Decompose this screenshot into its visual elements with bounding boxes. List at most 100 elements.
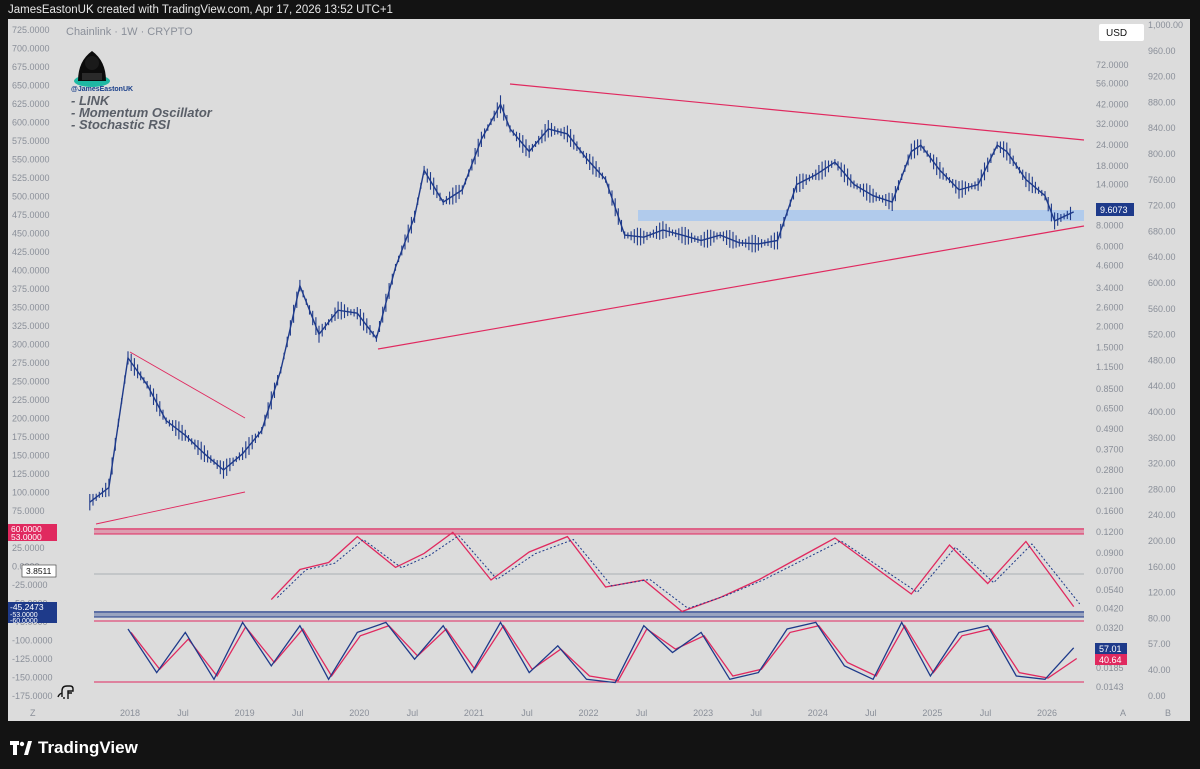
right-axis-label: 240.00 bbox=[1148, 510, 1176, 520]
price-axis-label: 0.0143 bbox=[1096, 682, 1124, 692]
price-axis-label: 0.8500 bbox=[1096, 384, 1124, 394]
price-axis-label: 42.0000 bbox=[1096, 99, 1129, 109]
x-axis-label: Jul bbox=[177, 708, 189, 718]
price-badge: 9.6073 bbox=[1096, 203, 1134, 216]
right-axis-label: 400.00 bbox=[1148, 407, 1176, 417]
currency-button[interactable]: USD bbox=[1099, 24, 1144, 41]
right-axis-label: 520.00 bbox=[1148, 330, 1176, 340]
price-axis-label: 0.1600 bbox=[1096, 506, 1124, 516]
x-axis-label: 2018 bbox=[120, 708, 140, 718]
corner-label-a[interactable]: A bbox=[1120, 708, 1126, 718]
left-axis: 725.0000 700.0000 675.0000 650.0000 625.0000… bbox=[12, 25, 53, 701]
dino-icon[interactable] bbox=[57, 685, 74, 699]
right-axis-label: 200.00 bbox=[1148, 536, 1176, 546]
price-axis-label: 0.4900 bbox=[1096, 424, 1124, 434]
legend-stochrsi: - Stochastic RSI bbox=[71, 117, 170, 132]
left-axis-label: 425.0000 bbox=[12, 247, 50, 257]
left-axis-label: 75.0000 bbox=[12, 506, 45, 516]
right-axis-label: 880.00 bbox=[1148, 97, 1176, 107]
price-axis-label: 1.5000 bbox=[1096, 342, 1124, 352]
left-axis-label: 250.0000 bbox=[12, 377, 50, 387]
chart-panel[interactable]: 725.0000 700.0000 675.0000 650.0000 625.0000… bbox=[8, 19, 1190, 721]
left-axis-label: 550.0000 bbox=[12, 155, 50, 165]
right-axis-label: 760.00 bbox=[1148, 175, 1176, 185]
svg-text:53.0000: 53.0000 bbox=[11, 532, 42, 542]
price-axis-label: 0.0420 bbox=[1096, 603, 1124, 613]
trendline-lower[interactable] bbox=[377, 225, 1085, 350]
right-axis-label: 360.00 bbox=[1148, 433, 1176, 443]
price-axis-label: 8.0000 bbox=[1096, 220, 1124, 230]
x-axis-label: 2022 bbox=[579, 708, 599, 718]
support-zone bbox=[638, 210, 1084, 221]
right-axis-label: 840.00 bbox=[1148, 123, 1176, 133]
x-axis-label: 2023 bbox=[693, 708, 713, 718]
left-axis-label: 100.0000 bbox=[12, 488, 50, 498]
right-axis: 1,000.00 960.00 920.00 880.00 840.00 800.00 76… bbox=[1148, 20, 1183, 701]
left-axis-label: 475.0000 bbox=[12, 210, 50, 220]
left-axis-label: 325.0000 bbox=[12, 321, 50, 331]
price-axis-label: 1.1500 bbox=[1096, 362, 1124, 372]
left-axis-label: 150.0000 bbox=[12, 451, 50, 461]
trendline-upper[interactable] bbox=[509, 83, 1085, 141]
x-axis-label: 2021 bbox=[464, 708, 484, 718]
price-axis-label: 72.0000 bbox=[1096, 60, 1129, 70]
osc-upper-badge: 60.0000 53.0000 bbox=[8, 524, 57, 542]
right-axis-label: 80.00 bbox=[1148, 613, 1171, 623]
currency-label: USD bbox=[1106, 28, 1127, 39]
left-axis-label: 125.0000 bbox=[12, 469, 50, 479]
trendline-2018-lower[interactable] bbox=[95, 491, 246, 525]
right-axis-label: 280.00 bbox=[1148, 484, 1176, 494]
left-axis-label: 225.0000 bbox=[12, 395, 50, 405]
left-axis-label: 600.0000 bbox=[12, 118, 50, 128]
left-axis-label: 200.0000 bbox=[12, 414, 50, 424]
left-axis-label: 375.0000 bbox=[12, 284, 50, 294]
x-axis-label: 2020 bbox=[349, 708, 369, 718]
left-axis-label: -125.0000 bbox=[12, 654, 53, 664]
price-axis-label: 0.2800 bbox=[1096, 465, 1124, 475]
price-bars bbox=[89, 95, 1072, 511]
x-axis-label: 2019 bbox=[235, 708, 255, 718]
right-axis-label: 720.00 bbox=[1148, 201, 1176, 211]
left-axis-label: 525.0000 bbox=[12, 173, 50, 183]
left-axis-label: 300.0000 bbox=[12, 340, 50, 350]
right-axis-label: 800.00 bbox=[1148, 149, 1176, 159]
svg-text:-60.0000: -60.0000 bbox=[10, 618, 38, 625]
chart-header: JamesEastonUK created with TradingView.c… bbox=[8, 4, 393, 16]
price-axis-label: 32.0000 bbox=[1096, 119, 1129, 129]
left-axis-label: 175.0000 bbox=[12, 432, 50, 442]
footer-brand: TradingView bbox=[38, 738, 138, 757]
x-axis-label: Jul bbox=[292, 708, 304, 718]
price-axis-label: 14.0000 bbox=[1096, 179, 1129, 189]
price-axis-label: 4.6000 bbox=[1096, 261, 1124, 271]
corner-label-b[interactable]: B bbox=[1165, 708, 1171, 718]
right-axis-label: 440.00 bbox=[1148, 381, 1176, 391]
price-axis-label: 0.0900 bbox=[1096, 548, 1124, 558]
right-axis-label: 560.00 bbox=[1148, 304, 1176, 314]
svg-text:9.6073: 9.6073 bbox=[1100, 205, 1128, 215]
x-axis-label: Jul bbox=[980, 708, 992, 718]
price-axis-label: 3.4000 bbox=[1096, 283, 1124, 293]
left-axis-label: -150.0000 bbox=[12, 673, 53, 683]
x-axis-label: Jul bbox=[865, 708, 877, 718]
svg-text:57.01: 57.01 bbox=[1099, 644, 1122, 654]
right-axis-label: 160.00 bbox=[1148, 562, 1176, 572]
price-axis-label: 0.0540 bbox=[1096, 585, 1124, 595]
left-axis-label: -100.0000 bbox=[12, 636, 53, 646]
left-axis-label: 625.0000 bbox=[12, 99, 50, 109]
price-axis-label: 24.0000 bbox=[1096, 140, 1129, 150]
chart-canvas[interactable]: 725.0000 700.0000 675.0000 650.0000 625.0000… bbox=[8, 19, 1190, 721]
price-axis: 72.0000 56.0000 42.0000 32.0000 24.0000 18.00… bbox=[1096, 60, 1129, 692]
tradingview-logo-icon bbox=[10, 741, 32, 755]
price-axis-label: 0.2100 bbox=[1096, 486, 1124, 496]
price-axis-label: 56.0000 bbox=[1096, 78, 1129, 88]
left-axis-label: 650.0000 bbox=[12, 81, 50, 91]
price-axis-label: 6.0000 bbox=[1096, 241, 1124, 251]
hacker-avatar-icon bbox=[74, 51, 110, 87]
left-axis-label: 450.0000 bbox=[12, 229, 50, 239]
right-axis-label: 680.00 bbox=[1148, 226, 1176, 236]
right-axis-label: 120.00 bbox=[1148, 588, 1176, 598]
price-axis-label: 18.0000 bbox=[1096, 161, 1129, 171]
chart-title: Chainlink · 1W · CRYPTO bbox=[66, 26, 193, 38]
corner-label-left[interactable]: Z bbox=[30, 708, 36, 718]
footer: TradingView bbox=[10, 736, 138, 760]
